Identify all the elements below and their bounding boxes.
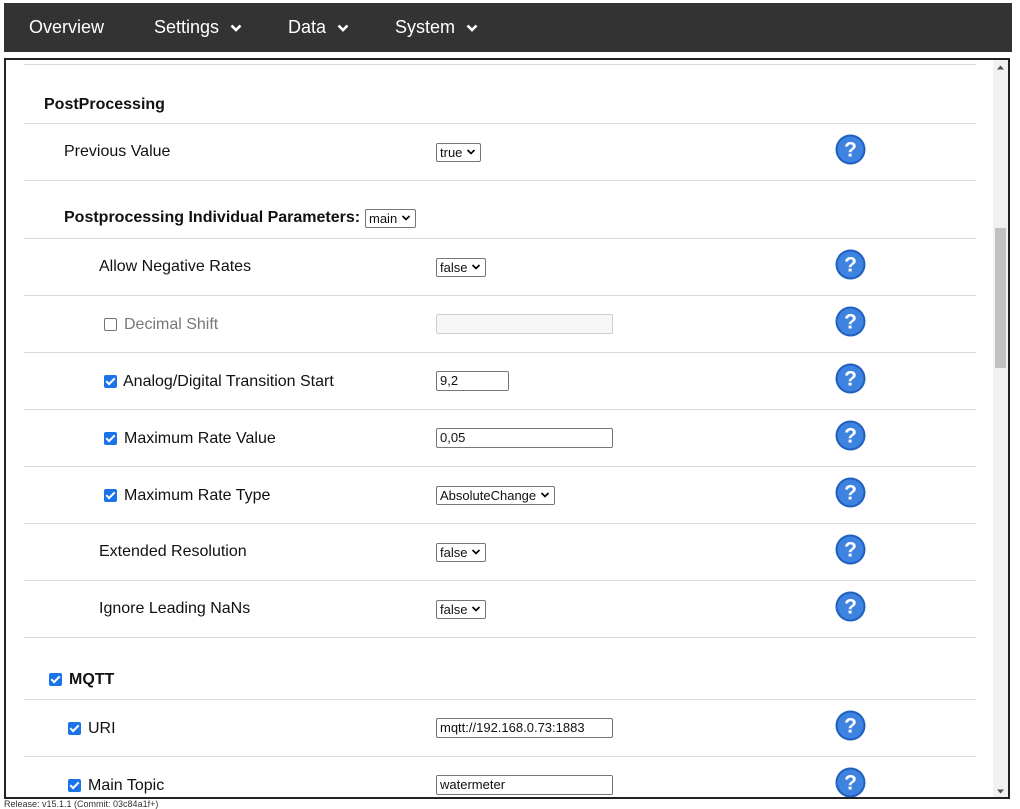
nav-data[interactable]: Data bbox=[288, 3, 349, 52]
nav-system-label: System bbox=[395, 17, 456, 37]
scroll-up-arrow-icon[interactable] bbox=[993, 60, 1008, 75]
select-extended-resolution-text: false bbox=[440, 545, 468, 560]
label-mqtt-main-topic: Main Topic bbox=[88, 777, 165, 794]
help-icon[interactable]: ? bbox=[835, 249, 866, 280]
checkbox-mqtt-uri[interactable] bbox=[68, 722, 81, 735]
config-frame: PostProcessing Previous Value true ? Pos… bbox=[4, 58, 1010, 799]
nav-data-label: Data bbox=[288, 17, 327, 37]
label-max-rate-value: Maximum Rate Value bbox=[124, 430, 276, 447]
divider bbox=[24, 637, 976, 638]
scroll-down-arrow-icon[interactable] bbox=[993, 784, 1008, 799]
help-icon[interactable]: ? bbox=[835, 591, 866, 622]
help-icon[interactable]: ? bbox=[835, 134, 866, 165]
label-max-rate-type: Maximum Rate Type bbox=[124, 487, 271, 504]
input-decimal-shift[interactable] bbox=[436, 314, 613, 334]
config-content: PostProcessing Previous Value true ? Pos… bbox=[6, 60, 996, 798]
select-extended-resolution[interactable]: false bbox=[436, 543, 487, 562]
svg-text:?: ? bbox=[844, 139, 857, 162]
select-ignore-leading-nans[interactable]: false bbox=[436, 600, 487, 619]
checkbox-transition-start[interactable] bbox=[104, 375, 117, 388]
svg-text:?: ? bbox=[844, 596, 857, 619]
svg-text:?: ? bbox=[844, 425, 857, 448]
chevron-down-icon bbox=[230, 24, 242, 32]
help-icon[interactable]: ? bbox=[835, 767, 866, 798]
svg-text:?: ? bbox=[844, 254, 857, 277]
svg-text:?: ? bbox=[844, 311, 857, 334]
select-individual-parameters-text: main bbox=[369, 211, 398, 226]
label-transition-start: Analog/Digital Transition Start bbox=[123, 373, 334, 390]
chevron-down-icon bbox=[337, 24, 349, 32]
label-allow-negative-rates: Allow Negative Rates bbox=[99, 258, 252, 275]
nav-settings[interactable]: Settings bbox=[154, 3, 242, 52]
vertical-scrollbar[interactable] bbox=[993, 60, 1008, 799]
help-icon[interactable]: ? bbox=[835, 710, 866, 741]
svg-text:?: ? bbox=[844, 482, 857, 505]
chevron-down-icon bbox=[472, 606, 481, 612]
select-allow-negative-rates-text: false bbox=[440, 260, 468, 275]
nav-settings-label: Settings bbox=[154, 17, 220, 37]
label-decimal-shift: Decimal Shift bbox=[124, 316, 219, 333]
chevron-down-icon bbox=[467, 149, 476, 155]
divider bbox=[24, 523, 976, 524]
section-title-mqtt: MQTT bbox=[69, 671, 115, 688]
help-icon[interactable]: ? bbox=[835, 477, 866, 508]
input-mqtt-uri[interactable]: mqtt://192.168.0.73:1883 bbox=[436, 718, 613, 738]
help-icon[interactable]: ? bbox=[835, 363, 866, 394]
scrollbar-thumb[interactable] bbox=[995, 228, 1006, 368]
label-extended-resolution: Extended Resolution bbox=[99, 543, 247, 560]
divider bbox=[24, 756, 976, 757]
divider bbox=[24, 123, 976, 124]
divider bbox=[24, 352, 976, 353]
divider bbox=[24, 238, 976, 239]
divider bbox=[24, 466, 976, 467]
select-ignore-leading-nans-text: false bbox=[440, 602, 468, 617]
checkbox-mqtt-enabled[interactable] bbox=[49, 673, 62, 686]
label-individual-parameters: Postprocessing Individual Parameters: bbox=[64, 209, 361, 226]
input-transition-start[interactable]: 9,2 bbox=[436, 371, 509, 391]
svg-text:?: ? bbox=[844, 368, 857, 391]
chevron-down-icon bbox=[472, 264, 481, 270]
select-allow-negative-rates[interactable]: false bbox=[436, 258, 487, 277]
chevron-down-icon bbox=[402, 215, 411, 221]
divider bbox=[24, 180, 976, 181]
checkbox-max-rate-value[interactable] bbox=[104, 432, 117, 445]
chevron-down-icon bbox=[472, 549, 481, 555]
top-nav: Overview Settings Data System bbox=[4, 3, 1012, 52]
label-mqtt-uri: URI bbox=[88, 720, 116, 737]
divider bbox=[24, 580, 976, 581]
nav-system[interactable]: System bbox=[395, 3, 478, 52]
divider bbox=[24, 409, 976, 410]
chevron-down-icon bbox=[541, 492, 550, 498]
checkbox-decimal-shift[interactable] bbox=[104, 318, 117, 331]
nav-overview-label: Overview bbox=[29, 17, 105, 37]
release-footer: Release: v15.1.1 (Commit: 03c84a1f+) bbox=[4, 799, 159, 809]
help-icon[interactable]: ? bbox=[835, 306, 866, 337]
divider bbox=[24, 64, 976, 65]
section-title-postprocessing: PostProcessing bbox=[44, 96, 165, 113]
svg-text:?: ? bbox=[844, 539, 857, 562]
divider bbox=[24, 699, 976, 700]
checkbox-max-rate-type[interactable] bbox=[104, 489, 117, 502]
nav-overview[interactable]: Overview bbox=[29, 3, 104, 52]
select-previous-value[interactable]: true bbox=[436, 143, 482, 162]
input-mqtt-main-topic[interactable]: watermeter bbox=[436, 775, 613, 795]
select-individual-parameters[interactable]: main bbox=[365, 209, 417, 228]
select-previous-value-text: true bbox=[440, 145, 463, 160]
svg-text:?: ? bbox=[844, 772, 857, 795]
select-max-rate-type[interactable]: AbsoluteChange bbox=[436, 486, 556, 505]
help-icon[interactable]: ? bbox=[835, 534, 866, 565]
label-previous-value: Previous Value bbox=[64, 143, 171, 160]
help-icon[interactable]: ? bbox=[835, 420, 866, 451]
select-max-rate-type-text: AbsoluteChange bbox=[440, 488, 537, 503]
divider bbox=[24, 295, 976, 296]
label-ignore-leading-nans: Ignore Leading NaNs bbox=[99, 600, 251, 617]
input-max-rate-value[interactable]: 0,05 bbox=[436, 428, 613, 448]
chevron-down-icon bbox=[466, 24, 478, 32]
checkbox-mqtt-main-topic[interactable] bbox=[68, 779, 81, 792]
svg-text:?: ? bbox=[844, 715, 857, 738]
